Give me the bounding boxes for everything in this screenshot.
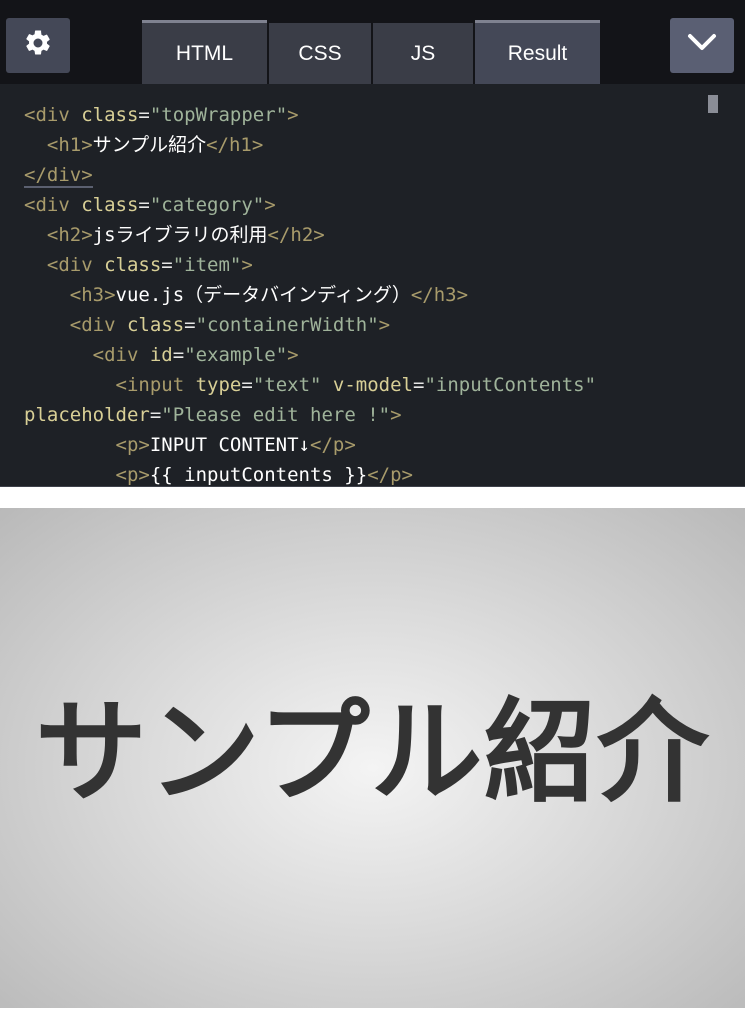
code-token: > xyxy=(390,404,402,426)
tab-js[interactable]: JS xyxy=(373,23,473,84)
code-token: "Please edit here !" xyxy=(161,404,391,426)
code-line: <h2>jsライブラリの利用</h2> xyxy=(24,220,704,250)
code-token: </h2> xyxy=(267,224,325,246)
code-token: = xyxy=(241,374,253,396)
code-token: class xyxy=(104,254,162,276)
code-token: = xyxy=(172,344,185,366)
code-token: = xyxy=(149,404,162,426)
tab-result[interactable]: Result xyxy=(475,20,600,84)
editor-toolbar: HTML CSS JS Result xyxy=(0,0,745,84)
code-content[interactable]: <div class="topWrapper"> <h1>サンプル紹介</h1>… xyxy=(24,100,704,487)
code-token: "text" xyxy=(252,374,322,396)
code-token: </h1> xyxy=(206,134,264,156)
code-line: <div id="example"> xyxy=(24,340,704,370)
chevron-down-icon xyxy=(686,32,718,59)
code-line: <h1>サンプル紹介</h1> xyxy=(24,130,704,160)
code-token: > xyxy=(287,104,299,126)
code-line: <input type="text" v-model="inputContent… xyxy=(24,370,704,400)
code-token: vue.js（データバインディング） xyxy=(115,284,411,306)
code-token: = xyxy=(412,374,425,396)
divider xyxy=(0,486,745,487)
code-token: "containerWidth" xyxy=(195,314,379,336)
code-token: class xyxy=(126,314,185,336)
code-token: </div> xyxy=(24,164,93,188)
code-token: <div xyxy=(24,314,127,336)
result-preview: サンプル紹介 xyxy=(0,508,745,1008)
code-token: > xyxy=(264,194,276,216)
code-token: > xyxy=(287,344,299,366)
code-token: class xyxy=(81,104,139,126)
code-line: <div class="topWrapper"> xyxy=(24,100,704,130)
code-token: <div xyxy=(24,254,105,276)
gear-icon xyxy=(23,28,53,63)
code-line: placeholder="Please edit here !"> xyxy=(24,400,704,430)
code-token: <div xyxy=(24,104,82,126)
code-token: <p> xyxy=(24,434,150,456)
code-editor-panel: HTML CSS JS Result <div class="topWrappe… xyxy=(0,0,745,487)
code-token: id xyxy=(149,344,173,366)
code-token: = xyxy=(161,254,173,276)
code-token: class xyxy=(81,194,139,216)
code-line: <p>{{ inputContents }}</p> xyxy=(24,460,704,487)
collapse-button[interactable] xyxy=(670,18,734,73)
code-token: <h2> xyxy=(24,224,93,246)
code-token: = xyxy=(138,104,150,126)
code-token: "item" xyxy=(172,254,242,276)
code-token: = xyxy=(184,314,196,336)
code-line: <div class="category"> xyxy=(24,190,704,220)
code-token: v-model xyxy=(332,374,413,396)
code-token: <input xyxy=(24,374,196,396)
editor-tabs: HTML CSS JS Result xyxy=(142,20,602,84)
code-token: "inputContents" xyxy=(424,374,597,396)
code-token: <p> xyxy=(24,464,150,486)
code-token: <h3> xyxy=(24,284,116,306)
code-token: <h1> xyxy=(24,134,93,156)
tab-html[interactable]: HTML xyxy=(142,20,267,84)
code-token: > xyxy=(241,254,253,276)
result-heading: サンプル紹介 xyxy=(35,688,710,818)
code-token: jsライブラリの利用 xyxy=(92,224,268,246)
code-token: サンプル紹介 xyxy=(92,134,207,156)
tab-css[interactable]: CSS xyxy=(269,23,371,84)
code-line: <div class="containerWidth"> xyxy=(24,310,704,340)
code-token: = xyxy=(138,194,150,216)
code-line: </div> xyxy=(24,160,704,190)
code-token: > xyxy=(378,314,391,336)
code-token: "category" xyxy=(149,194,265,216)
code-token: </p> xyxy=(367,464,413,486)
scrollbar-thumb[interactable] xyxy=(708,95,718,113)
code-line: <div class="item"> xyxy=(24,250,704,280)
code-token: <div xyxy=(24,344,150,366)
settings-button[interactable] xyxy=(6,18,70,73)
code-token: <div xyxy=(24,194,82,216)
code-token: "example" xyxy=(184,344,288,366)
code-token: type xyxy=(195,374,242,396)
code-token: </p> xyxy=(310,434,356,456)
code-line: <h3>vue.js（データバインディング）</h3> xyxy=(24,280,704,310)
code-line: <p>INPUT CONTENT↓</p> xyxy=(24,430,704,460)
code-token: "topWrapper" xyxy=(149,104,288,126)
code-token: placeholder xyxy=(24,404,150,426)
code-token: </h3> xyxy=(410,284,469,306)
code-token: INPUT CONTENT↓ xyxy=(149,434,310,456)
code-token: {{ inputContents }} xyxy=(149,464,368,486)
